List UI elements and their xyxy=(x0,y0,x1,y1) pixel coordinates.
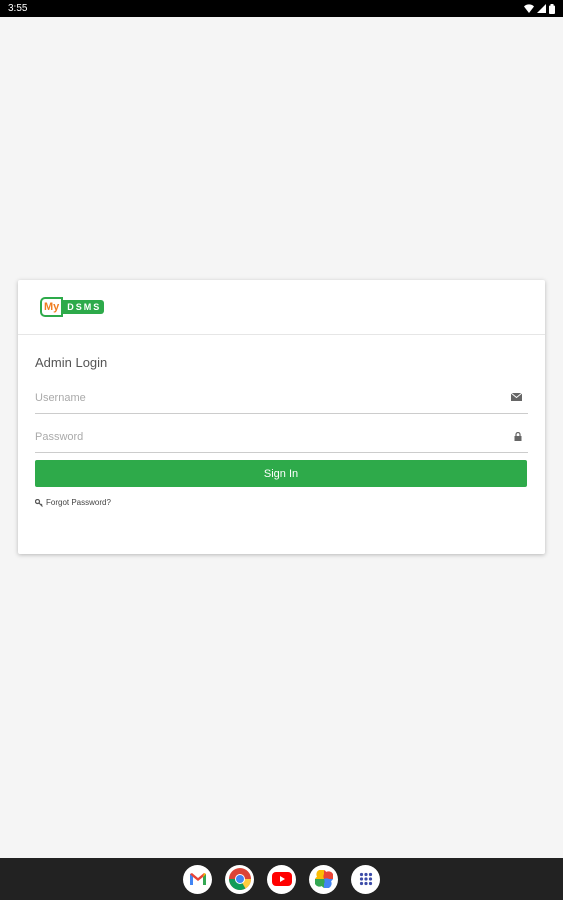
status-icons xyxy=(524,3,555,14)
forgot-password-link[interactable]: Forgot Password? xyxy=(35,498,528,507)
signal-icon xyxy=(537,4,546,13)
status-time: 3:55 xyxy=(8,3,28,14)
wifi-icon xyxy=(524,4,534,13)
card-body: Admin Login Sign In Forgot Password? xyxy=(18,335,545,507)
logo-dsms: DSMS xyxy=(63,300,105,314)
username-field-wrapper xyxy=(35,382,528,414)
login-title: Admin Login xyxy=(35,355,108,370)
gmail-icon[interactable] xyxy=(183,864,212,894)
forgot-password-label: Forgot Password? xyxy=(46,498,111,507)
key-icon xyxy=(35,498,43,507)
login-card: My DSMS Admin Login Sign In Fo xyxy=(18,280,545,554)
logo-my: My xyxy=(40,297,64,317)
sign-in-button[interactable]: Sign In xyxy=(35,460,527,487)
envelope-icon xyxy=(511,393,522,401)
password-field-wrapper xyxy=(35,421,528,453)
mydsms-logo: My DSMS xyxy=(40,296,105,318)
youtube-icon[interactable] xyxy=(267,864,296,894)
status-bar: 3:55 xyxy=(0,0,563,17)
card-header: My DSMS xyxy=(18,280,545,335)
battery-icon xyxy=(549,3,555,14)
photos-icon[interactable] xyxy=(309,864,338,894)
lock-icon xyxy=(514,432,522,441)
password-input[interactable] xyxy=(35,421,528,452)
navigation-dock xyxy=(0,858,563,900)
app-drawer-icon[interactable] xyxy=(351,864,380,894)
username-input[interactable] xyxy=(35,382,528,413)
chrome-icon[interactable] xyxy=(225,864,254,894)
